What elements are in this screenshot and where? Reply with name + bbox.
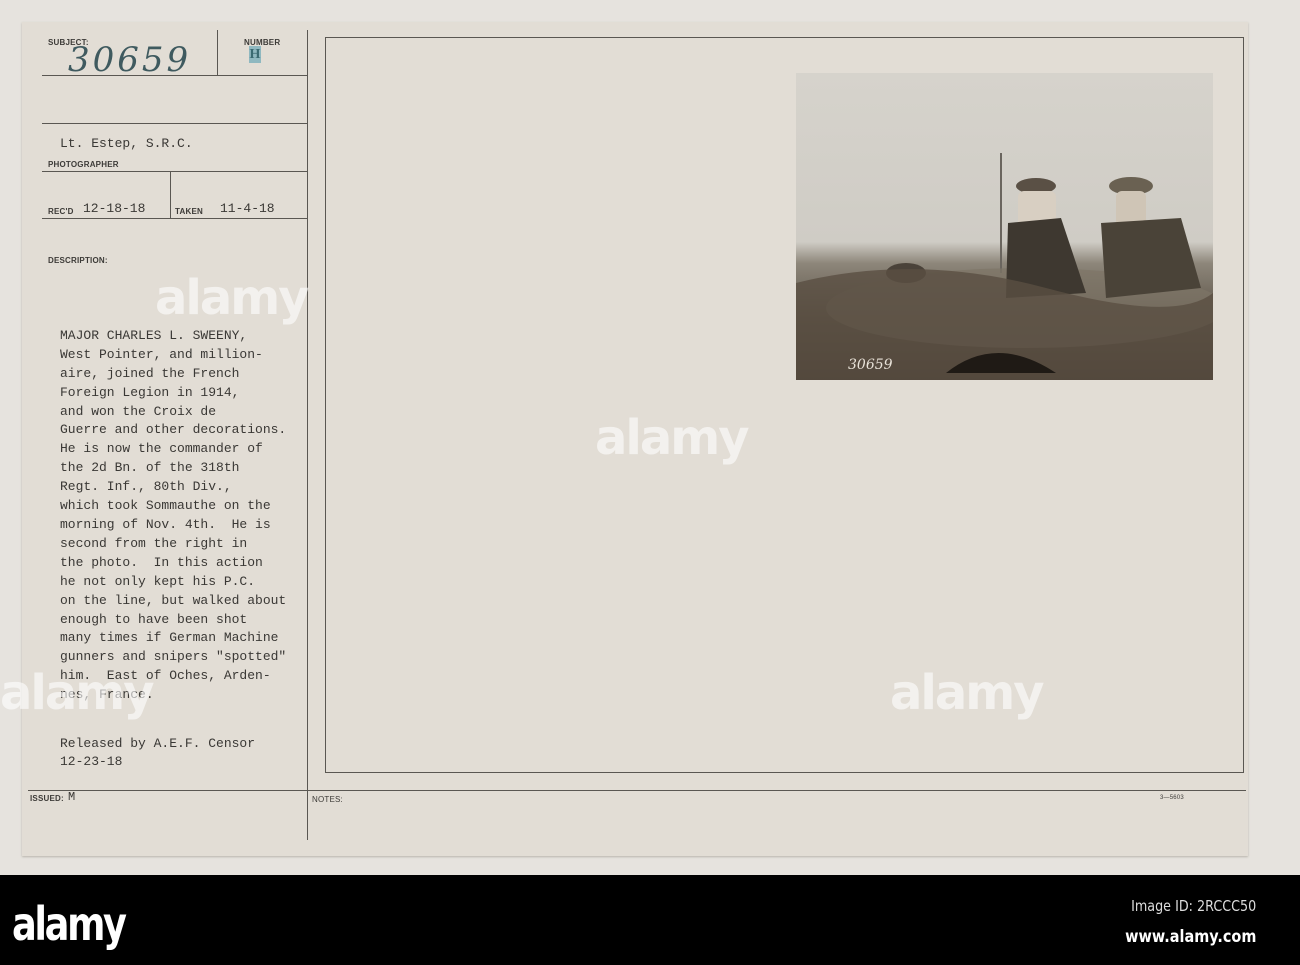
divider — [28, 790, 1246, 791]
form-code: 3—5603 — [1160, 795, 1184, 801]
release-date: 12-23-18 — [60, 754, 123, 769]
description-line: and won the Croix de — [60, 403, 217, 419]
site-url: www.alamy.com — [1124, 927, 1256, 947]
photographer-label: PHOTOGRAPHER — [48, 160, 119, 169]
footer-bar: alamy Image ID: 2RCCC50 www.alamy.com — [0, 875, 1300, 965]
description-line: West Pointer, and million- — [60, 346, 263, 362]
photographer-name: Lt. Estep, S.R.C. — [60, 136, 193, 151]
photo-scene — [796, 153, 1213, 380]
description-line: MAJOR CHARLES L. SWEENY, — [60, 327, 248, 343]
description-line: which took Sommauthe on the — [60, 498, 271, 514]
divider — [217, 30, 218, 75]
alamy-logo: alamy — [12, 897, 127, 951]
description-label: DESCRIPTION: — [48, 256, 108, 265]
description-line: the photo. In this action — [60, 554, 263, 570]
divider — [42, 171, 307, 172]
description-line: Regt. Inf., 80th Div., — [60, 479, 232, 495]
description-line: second from the right in — [60, 535, 248, 551]
description-line: Foreign Legion in 1914, — [60, 384, 240, 400]
description-line: enough to have been shot — [60, 611, 248, 627]
description-line: Guerre and other decorations. — [60, 422, 287, 438]
divider — [42, 218, 307, 219]
description-line: many times if German Machine — [60, 630, 279, 646]
watermark: alamy — [890, 665, 1045, 721]
description-line: He is now the commander of — [60, 441, 263, 457]
watermark: alamy — [595, 410, 750, 466]
issued-value: M — [68, 790, 76, 804]
recd-date: 12-18-18 — [83, 201, 146, 216]
column-divider — [307, 30, 308, 840]
divider — [42, 123, 307, 124]
taken-label: TAKEN — [175, 207, 203, 216]
number-stamp: H — [249, 46, 261, 63]
description-line: he not only kept his P.C. — [60, 573, 256, 589]
taken-date: 11-4-18 — [220, 201, 275, 216]
subject-number: 30659 — [68, 40, 192, 80]
issued-label: ISSUED: — [30, 794, 64, 803]
description-line: on the line, but walked about — [60, 592, 287, 608]
description-line: morning of Nov. 4th. He is — [60, 516, 271, 532]
watermark: alamy — [0, 665, 155, 721]
image-id: Image ID: 2RCCC50 — [1130, 897, 1256, 915]
release-line: Released by A.E.F. Censor — [60, 736, 256, 751]
description-text: MAJOR CHARLES L. SWEENY, West Pointer, an… — [60, 308, 286, 724]
watermark: alamy — [155, 270, 310, 326]
description-line: the 2d Bn. of the 318th — [60, 460, 240, 476]
description-line: aire, joined the French — [60, 365, 240, 381]
notes-label: NOTES: — [312, 795, 343, 804]
photograph: 30659 — [796, 73, 1213, 380]
photo-caption-number: 30659 — [848, 357, 893, 373]
divider — [170, 171, 171, 218]
recd-label: REC'D — [48, 207, 74, 216]
